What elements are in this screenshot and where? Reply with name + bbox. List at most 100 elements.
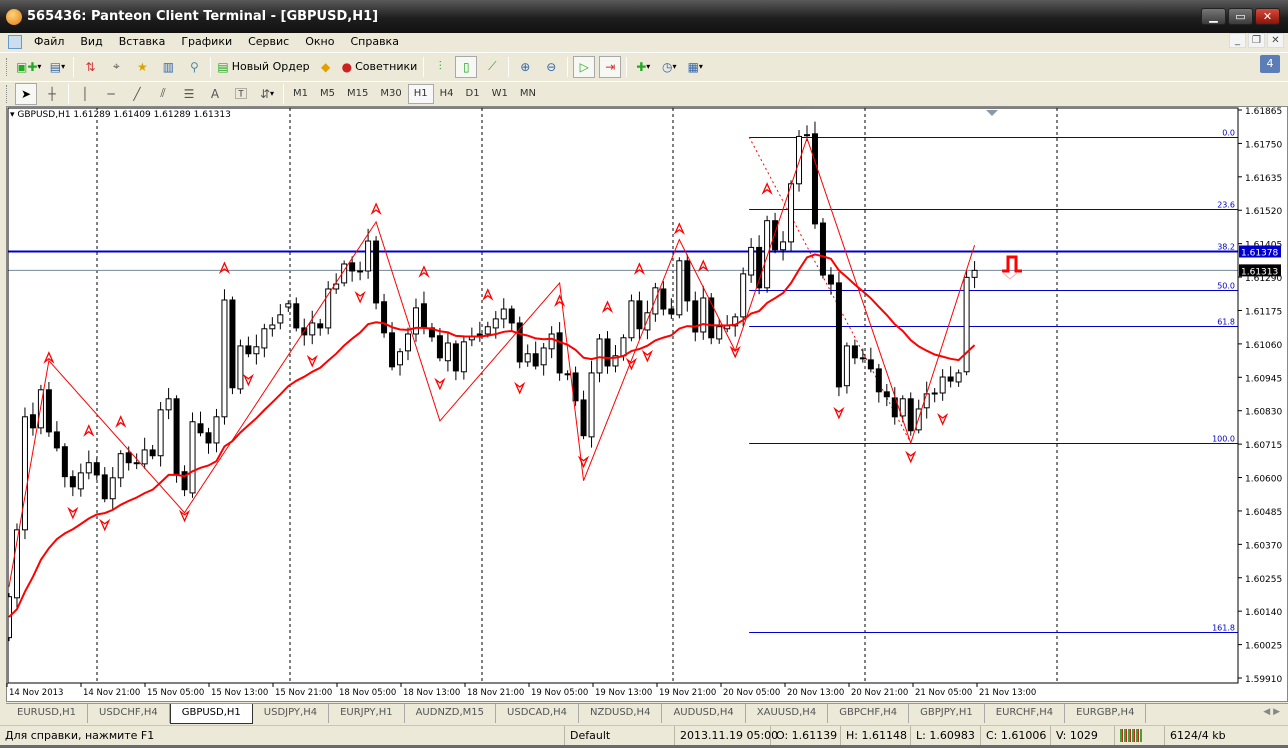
price-tick-label: 1.61635 bbox=[1245, 174, 1282, 184]
candle-body bbox=[580, 399, 587, 437]
chart-tab[interactable]: USDJPY,H4 bbox=[253, 704, 330, 723]
fractal-up-arrow-icon bbox=[418, 265, 430, 278]
time-tick-label: 21 Nov 05:00 bbox=[915, 688, 972, 698]
candle-body bbox=[947, 376, 954, 382]
time-tick-label: 19 Nov 21:00 bbox=[659, 688, 716, 698]
fractal-down-arrow-icon bbox=[905, 450, 917, 464]
candle-body bbox=[835, 282, 842, 388]
signal-down-arrow-icon bbox=[1001, 271, 1019, 280]
fibo-level-label: 23.6 bbox=[1217, 201, 1235, 210]
chart-tab[interactable]: GBPJPY,H1 bbox=[909, 704, 985, 723]
hline-price-label: 1.61378 bbox=[1241, 248, 1278, 258]
candle-body bbox=[277, 314, 284, 324]
candle-body bbox=[349, 262, 356, 272]
candle-body bbox=[373, 240, 380, 304]
plot-frame bbox=[7, 107, 1239, 684]
chart-tab[interactable]: EURCHF,H4 bbox=[985, 704, 1066, 723]
chart-tab[interactable]: USDCAD,H4 bbox=[496, 704, 579, 723]
candle-body bbox=[365, 240, 372, 272]
time-tick-label: 20 Nov 13:00 bbox=[787, 688, 844, 698]
candle-body bbox=[548, 333, 555, 350]
bid-price-label: 1.61313 bbox=[1241, 267, 1278, 277]
connection-status-icon[interactable] bbox=[1115, 726, 1165, 746]
fibo-level-label: 0.0 bbox=[1222, 129, 1235, 138]
tab-scroll-arrows-icon[interactable]: ◀ ▶ bbox=[1263, 707, 1280, 717]
price-tick-label: 1.60830 bbox=[1245, 408, 1282, 418]
candle-body bbox=[588, 372, 595, 438]
candle-body bbox=[700, 297, 707, 333]
fractal-up-arrow-icon bbox=[601, 300, 614, 313]
status-bar: Для справки, нажмите F1 Default 2013.11.… bbox=[0, 725, 1288, 746]
candle-body bbox=[564, 373, 571, 376]
chart-tab[interactable]: USDCHF,H4 bbox=[88, 704, 170, 723]
candle-body bbox=[540, 347, 547, 366]
candle-body bbox=[436, 335, 443, 359]
price-tick-label: 1.61060 bbox=[1245, 341, 1282, 351]
status-profile: Default bbox=[565, 726, 675, 746]
fractal-down-arrow-icon bbox=[937, 412, 949, 426]
chart-tab[interactable]: GBPCHF,H4 bbox=[828, 704, 910, 723]
candle-body bbox=[293, 303, 300, 329]
signal-pulse-icon bbox=[1002, 255, 1022, 273]
candle-body bbox=[556, 332, 563, 374]
chart-tab[interactable]: EURUSD,H1 bbox=[6, 704, 89, 723]
candle-body bbox=[460, 341, 467, 373]
candle-body bbox=[237, 345, 244, 390]
chart-tab[interactable]: GBPUSD,H1 bbox=[169, 704, 253, 724]
candle-body bbox=[883, 391, 890, 398]
fractal-down-arrow-icon bbox=[729, 345, 741, 359]
candle-body bbox=[77, 472, 84, 490]
candle-body bbox=[955, 372, 962, 383]
chart-tab[interactable]: AUDNZD,M15 bbox=[405, 704, 497, 723]
candle-body bbox=[389, 332, 396, 368]
chart-tab[interactable]: EURJPY,H1 bbox=[329, 704, 405, 723]
candle-body bbox=[811, 133, 818, 225]
price-tick-label: 1.61520 bbox=[1245, 207, 1282, 217]
candle-body bbox=[636, 300, 643, 330]
fibo-level-label: 161.8 bbox=[1212, 624, 1235, 633]
candle-body bbox=[620, 337, 627, 357]
fractal-up-arrow-icon bbox=[482, 288, 494, 301]
candle-body bbox=[405, 333, 411, 352]
candle-body bbox=[756, 246, 763, 289]
candle-body bbox=[53, 431, 60, 449]
candle-body bbox=[141, 449, 148, 465]
candle-body bbox=[69, 476, 76, 488]
price-tick-label: 1.60715 bbox=[1245, 441, 1282, 451]
candle-body bbox=[628, 300, 635, 339]
chart-tab[interactable]: NZDUSD,H4 bbox=[579, 704, 663, 723]
fractal-down-arrow-icon bbox=[577, 455, 590, 469]
fractal-up-arrow-icon bbox=[697, 259, 709, 272]
chart-shift-marker-icon bbox=[986, 110, 998, 116]
fractal-down-arrow-icon bbox=[514, 381, 526, 395]
chart-tab[interactable]: EURGBP,H4 bbox=[1065, 704, 1147, 723]
time-tick-label: 14 Nov 2013 bbox=[9, 688, 63, 698]
candle-body bbox=[189, 421, 196, 494]
price-tick-label: 1.60025 bbox=[1245, 642, 1282, 652]
status-open: O: 1.61139 bbox=[771, 726, 841, 746]
fractal-up-arrow-icon bbox=[83, 424, 95, 437]
candle-body bbox=[875, 368, 882, 393]
candle-body bbox=[963, 276, 970, 373]
candle-body bbox=[796, 135, 803, 185]
candle-body bbox=[397, 351, 404, 366]
candle-body bbox=[452, 343, 459, 372]
price-tick-label: 1.60485 bbox=[1245, 508, 1282, 518]
status-traffic: 6124/4 kb bbox=[1170, 729, 1226, 742]
candle-body bbox=[532, 353, 539, 367]
chart-tab[interactable]: AUDUSD,H4 bbox=[662, 704, 746, 723]
price-tick-label: 1.60600 bbox=[1245, 475, 1282, 485]
fractal-up-arrow-icon bbox=[115, 415, 127, 428]
candle-body bbox=[309, 322, 316, 336]
chart-tab[interactable]: XAUUSD,H4 bbox=[746, 704, 829, 723]
candle-body bbox=[85, 462, 92, 474]
candle-body bbox=[508, 308, 515, 324]
candle-body bbox=[117, 453, 124, 479]
candle-body bbox=[867, 359, 874, 370]
candle-body bbox=[93, 462, 100, 476]
status-datetime: 2013.11.19 05:00 bbox=[675, 726, 778, 746]
time-tick-label: 18 Nov 21:00 bbox=[467, 688, 524, 698]
zigzag-line bbox=[8, 136, 976, 587]
candle-body bbox=[444, 342, 451, 362]
candle-body bbox=[21, 416, 28, 531]
